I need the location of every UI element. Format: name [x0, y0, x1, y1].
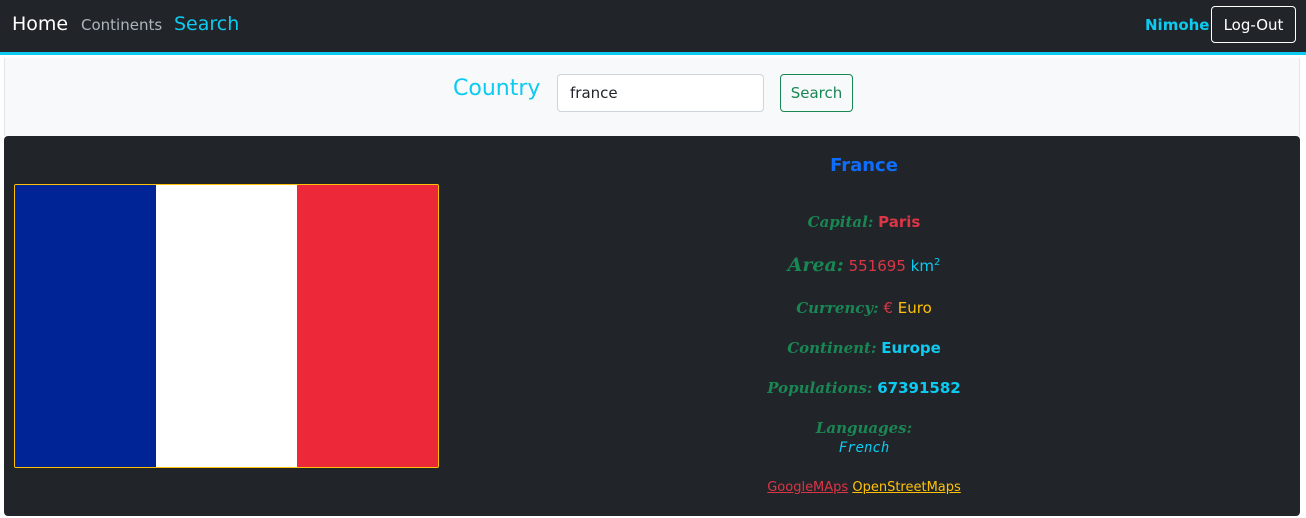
population-row: Populations: 67391582 — [464, 379, 1264, 397]
capital-row: Capital: Paris — [464, 213, 1264, 231]
currency-symbol: € — [883, 299, 894, 317]
area-unit: km2 — [911, 257, 941, 275]
continent-value: Europe — [881, 339, 941, 357]
flag-stripe-blue — [15, 185, 156, 467]
languages-label: Languages: — [815, 419, 913, 437]
area-unit-text: km — [910, 257, 934, 275]
nav-search-link[interactable]: Search — [174, 13, 239, 35]
languages-row: Languages: French — [464, 419, 1264, 456]
capital-label: Capital: — [807, 213, 874, 231]
nav-continents-link[interactable]: Continents — [81, 16, 162, 34]
country-details-card: France Capital: Paris Area: 551695 km2 C… — [4, 136, 1300, 516]
area-row: Area: 551695 km2 — [464, 254, 1264, 276]
country-search-button[interactable]: Search — [780, 74, 853, 112]
logout-button[interactable]: Log-Out — [1211, 6, 1296, 43]
currency-label: Currency: — [796, 299, 879, 317]
country-flag-image — [14, 184, 439, 468]
capital-value: Paris — [878, 213, 921, 231]
area-unit-superscript: 2 — [933, 257, 941, 268]
population-value: 67391582 — [877, 379, 961, 397]
currency-row: Currency: € Euro — [464, 299, 1264, 317]
flag-stripe-white — [156, 185, 297, 467]
username-label: Nimohe — [1145, 16, 1210, 34]
continent-row: Continent: Europe — [464, 339, 1264, 357]
nav-home-link[interactable]: Home — [12, 13, 68, 35]
population-label: Populations: — [767, 379, 873, 397]
currency-name: Euro — [897, 299, 932, 317]
openstreetmaps-link[interactable]: OpenStreetMaps — [852, 480, 960, 495]
country-name-heading: France — [830, 155, 898, 176]
country-search-bar: Country Search — [4, 58, 1300, 136]
top-navbar: Home Continents Search Nimohe Log-Out — [0, 0, 1306, 55]
country-search-input[interactable] — [557, 74, 764, 112]
area-value: 551695 — [848, 257, 906, 275]
map-links-row: GoogleMAps OpenStreetMaps — [464, 480, 1264, 495]
area-label: Area: — [787, 254, 844, 276]
flag-stripe-red — [297, 185, 438, 467]
languages-value: French — [838, 440, 890, 456]
google-maps-link[interactable]: GoogleMAps — [767, 480, 848, 495]
country-search-label: Country — [453, 76, 541, 101]
continent-label: Continent: — [787, 339, 877, 357]
